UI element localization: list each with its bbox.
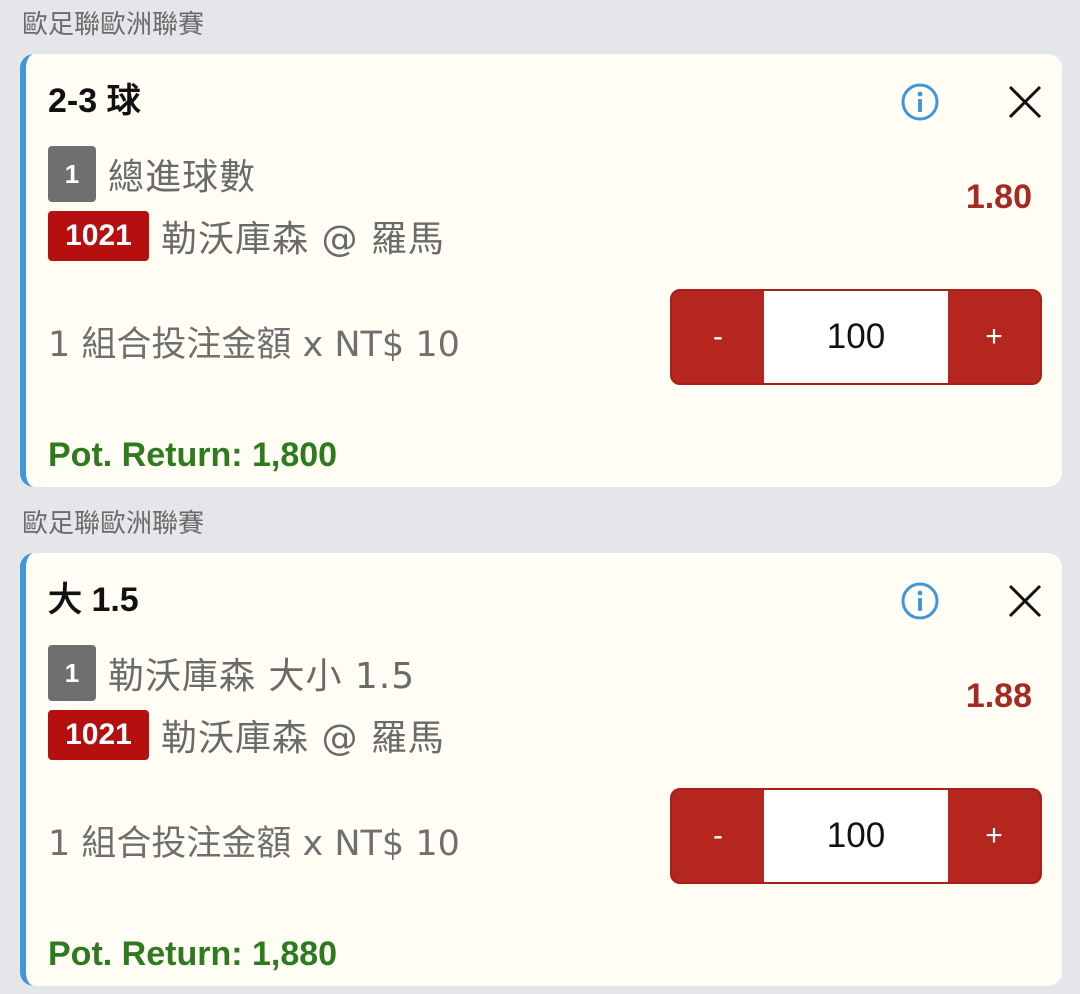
info-icon[interactable] [900, 82, 940, 122]
decrement-button[interactable]: - [672, 291, 764, 383]
match-row: 1021 勒沃庫森 @ 羅馬 [48, 709, 445, 761]
market-name: 勒沃庫森 大小 1.5 [108, 656, 416, 697]
close-icon[interactable] [1006, 582, 1044, 620]
odds-value: 1.80 [965, 178, 1032, 216]
odds-value: 1.88 [965, 677, 1032, 715]
market-name: 總進球數 [108, 157, 257, 198]
bet-card: 2-3 球 1 總進球數 1021 勒沃庫森 @ 羅馬 1.80 1 組合投注金… [20, 54, 1062, 487]
selection-title: 大 1.5 [48, 581, 139, 619]
close-icon[interactable] [1006, 83, 1044, 121]
potential-return: Pot. Return: 1,880 [48, 935, 338, 973]
match-name: 勒沃庫森 @ 羅馬 [161, 219, 445, 260]
decrement-button[interactable]: - [672, 790, 764, 882]
match-code-badge: 1021 [48, 211, 149, 261]
info-icon[interactable] [900, 581, 940, 621]
increment-button[interactable]: + [948, 790, 1040, 882]
league-label: 歐足聯歐洲聯賽 [22, 509, 205, 539]
bet-card: 大 1.5 1 勒沃庫森 大小 1.5 1021 勒沃庫森 @ 羅馬 1.88 … [20, 553, 1062, 986]
stake-label: 1 組合投注金額 x NT$ 10 [48, 824, 460, 864]
stake-input[interactable]: 100 [764, 291, 948, 383]
leg-number-badge: 1 [48, 146, 96, 202]
stake-input[interactable]: 100 [764, 790, 948, 882]
increment-button[interactable]: + [948, 291, 1040, 383]
stake-stepper: - 100 + [670, 788, 1042, 884]
league-label: 歐足聯歐洲聯賽 [22, 10, 205, 40]
selection-title: 2-3 球 [48, 82, 141, 120]
stake-label: 1 組合投注金額 x NT$ 10 [48, 325, 460, 365]
match-name: 勒沃庫森 @ 羅馬 [161, 718, 445, 759]
market-row: 1 勒沃庫森 大小 1.5 [48, 645, 415, 701]
match-row: 1021 勒沃庫森 @ 羅馬 [48, 210, 445, 262]
stake-stepper: - 100 + [670, 289, 1042, 385]
leg-number-badge: 1 [48, 645, 96, 701]
match-code-badge: 1021 [48, 710, 149, 760]
potential-return: Pot. Return: 1,800 [48, 436, 338, 474]
market-row: 1 總進球數 [48, 146, 256, 202]
